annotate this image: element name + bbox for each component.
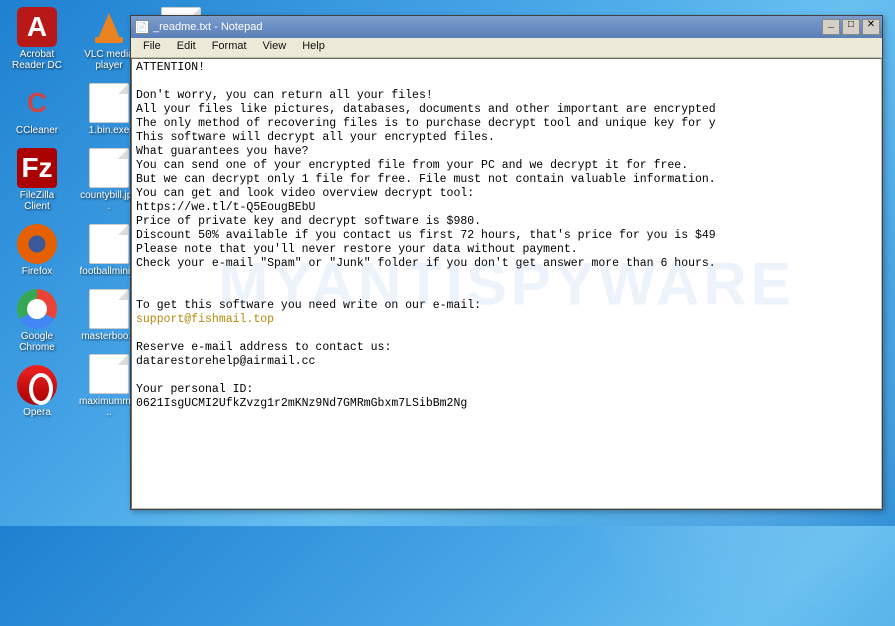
acrobat-icon: A xyxy=(17,7,57,47)
text-line: Reserve e-mail address to contact us: xyxy=(136,341,877,355)
chrome-icon xyxy=(17,289,57,329)
desktop-icon-filezilla[interactable]: FzFileZilla Client xyxy=(5,146,69,214)
text-line: Discount 50% available if you contact us… xyxy=(136,229,877,243)
file-maximumma-icon xyxy=(89,354,129,394)
text-line: You can send one of your encrypted file … xyxy=(136,159,877,173)
maximize-button[interactable]: □ xyxy=(842,19,860,35)
icon-label: 1.bin.exe xyxy=(89,125,130,136)
menu-help[interactable]: Help xyxy=(294,38,333,57)
text-line: Your personal ID: xyxy=(136,383,877,397)
text-line xyxy=(136,285,877,299)
icon-label: CCleaner xyxy=(16,125,58,136)
close-button[interactable]: ✕ xyxy=(862,19,880,35)
icon-label: masterboo... xyxy=(81,331,137,342)
text-line: Please note that you'll never restore yo… xyxy=(136,243,877,257)
text-line xyxy=(136,369,877,383)
text-line xyxy=(136,327,877,341)
file-1bin-icon xyxy=(89,83,129,123)
desktop-icon-firefox[interactable]: Firefox xyxy=(5,222,69,279)
text-line: support@fishmail.top xyxy=(136,313,877,327)
text-line: Price of private key and decrypt softwar… xyxy=(136,215,877,229)
text-area-wrap: MYANTISPYWARE ATTENTION! Don't worry, yo… xyxy=(131,58,882,509)
file-countybill-icon xyxy=(89,148,129,188)
text-line xyxy=(136,271,877,285)
text-line: All your files like pictures, databases,… xyxy=(136,103,877,117)
text-line: datarestorehelp@airmail.cc xyxy=(136,355,877,369)
text-line: Don't worry, you can return all your fil… xyxy=(136,89,877,103)
icon-label: Firefox xyxy=(22,266,53,277)
desktop-icon-ccleaner[interactable]: C CCleaner xyxy=(5,81,69,138)
desktop-icon-acrobat[interactable]: AAcrobat Reader DC xyxy=(5,5,69,73)
icon-label: FileZilla Client xyxy=(7,190,67,212)
filezilla-icon: Fz xyxy=(17,148,57,188)
menu-format[interactable]: Format xyxy=(204,38,255,57)
ccleaner-icon: C xyxy=(17,83,57,123)
vlc-icon xyxy=(89,7,129,47)
menubar: FileEditFormatViewHelp xyxy=(131,38,882,58)
icon-label: Google Chrome xyxy=(7,331,67,353)
notepad-icon: 📄 xyxy=(135,20,149,34)
menu-file[interactable]: File xyxy=(135,38,169,57)
titlebar[interactable]: 📄 _readme.txt - Notepad _ □ ✕ xyxy=(131,16,882,38)
opera-icon xyxy=(17,365,57,405)
desktop-icon-chrome[interactable]: Google Chrome xyxy=(5,287,69,355)
file-footballmini-icon xyxy=(89,224,129,264)
notepad-window[interactable]: 📄 _readme.txt - Notepad _ □ ✕ FileEditFo… xyxy=(130,15,883,510)
menu-edit[interactable]: Edit xyxy=(169,38,204,57)
text-line xyxy=(136,75,877,89)
icon-label: Opera xyxy=(23,407,51,418)
text-line: ATTENTION! xyxy=(136,61,877,75)
text-line: 0621IsgUCMI2UfkZvzg1r2mKNz9Nd7GMRmGbxm7L… xyxy=(136,397,877,411)
text-line: You can get and look video overview decr… xyxy=(136,187,877,201)
minimize-button[interactable]: _ xyxy=(822,19,840,35)
menu-view[interactable]: View xyxy=(255,38,295,57)
text-line: Check your e-mail "Spam" or "Junk" folde… xyxy=(136,257,877,271)
icon-column-1: AAcrobat Reader DC C CCleaner FzFileZilla C… xyxy=(5,5,69,420)
text-line: This software will decrypt all your encr… xyxy=(136,131,877,145)
file-masterboo-icon xyxy=(89,289,129,329)
text-area[interactable]: ATTENTION! Don't worry, you can return a… xyxy=(132,59,881,413)
desktop-icon-opera[interactable]: Opera xyxy=(5,363,69,420)
window-title: _readme.txt - Notepad xyxy=(153,21,818,33)
text-line: https://we.tl/t-Q5EougBEbU xyxy=(136,201,877,215)
text-line: The only method of recovering files is t… xyxy=(136,117,877,131)
icon-label: Acrobat Reader DC xyxy=(7,49,67,71)
text-line: To get this software you need write on o… xyxy=(136,299,877,313)
window-buttons: _ □ ✕ xyxy=(822,19,880,35)
text-line: But we can decrypt only 1 file for free.… xyxy=(136,173,877,187)
firefox-icon xyxy=(17,224,57,264)
text-line: What guarantees you have? xyxy=(136,145,877,159)
